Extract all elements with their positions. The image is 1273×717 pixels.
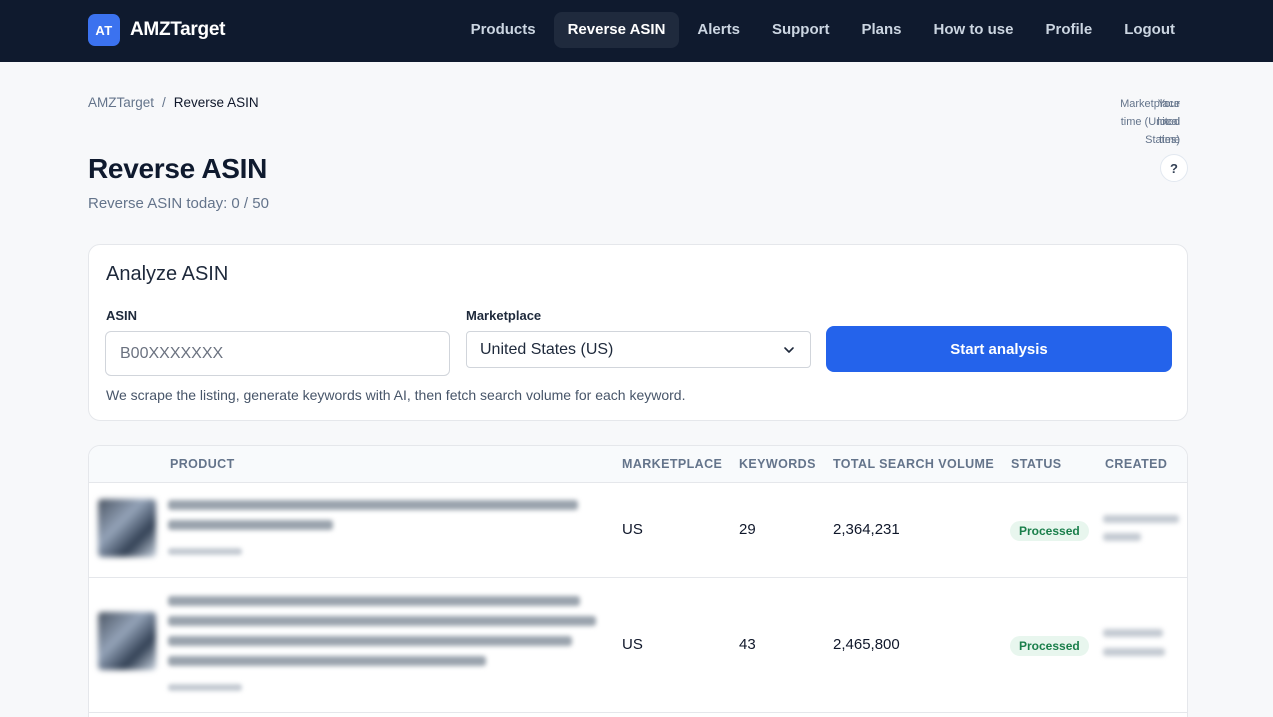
product-title-line: [168, 636, 572, 646]
product-asin: [168, 684, 242, 691]
breadcrumb-separator: /: [162, 95, 166, 110]
nav-how-to-use[interactable]: How to use: [919, 12, 1027, 48]
status-badge: Processed: [1010, 636, 1089, 656]
asin-label: ASIN: [106, 308, 138, 323]
breadcrumb-current: Reverse ASIN: [173, 95, 259, 110]
results-table: PRODUCT MARKETPLACE KEYWORDS TOTAL SEARC…: [88, 445, 1188, 717]
main-nav: Products Reverse ASIN Alerts Support Pla…: [457, 12, 1189, 48]
chevron-down-icon: [784, 347, 794, 353]
analyze-card: Analyze ASIN ASIN Marketplace United Sta…: [88, 244, 1188, 421]
breadcrumb: AMZTarget / Reverse ASIN: [88, 95, 259, 110]
th-created[interactable]: CREATED: [1105, 457, 1167, 471]
marketplace-selected: United States (US): [480, 340, 614, 358]
brand-name[interactable]: AMZTarget: [130, 19, 225, 41]
nav-alerts[interactable]: Alerts: [683, 12, 754, 48]
cell-total-search-volume: 2,465,800: [833, 636, 900, 653]
logo-icon[interactable]: AT: [88, 14, 120, 46]
created-date: [1103, 515, 1179, 523]
table-row[interactable]: US 29 2,364,231 Processed: [89, 483, 1187, 578]
asin-input[interactable]: [105, 331, 450, 376]
nav-support[interactable]: Support: [758, 12, 844, 48]
product-title-line: [168, 520, 333, 530]
th-marketplace[interactable]: MARKETPLACE: [622, 457, 722, 471]
start-analysis-button[interactable]: Start analysis: [826, 326, 1172, 372]
table-header: PRODUCT MARKETPLACE KEYWORDS TOTAL SEARC…: [89, 446, 1187, 483]
cell-marketplace: US: [622, 636, 643, 653]
product-title-line: [168, 596, 580, 606]
marketplace-label: Marketplace: [466, 308, 542, 323]
nav-reverse-asin[interactable]: Reverse ASIN: [553, 12, 680, 48]
nav-profile[interactable]: Profile: [1032, 12, 1107, 48]
th-status[interactable]: STATUS: [1011, 457, 1062, 471]
product-title-line: [168, 656, 486, 666]
page-title: Reverse ASIN: [88, 153, 268, 184]
th-keywords[interactable]: KEYWORDS: [739, 457, 816, 471]
top-navbar: AT AMZTarget Products Reverse ASIN Alert…: [0, 0, 1273, 62]
status-badge: Processed: [1010, 521, 1089, 541]
product-asin: [168, 548, 242, 555]
cell-total-search-volume: 2,364,231: [833, 521, 900, 538]
table-row[interactable]: US 43 2,465,800 Processed: [89, 578, 1187, 713]
local-time-label: Your local time: [1157, 98, 1181, 146]
product-thumbnail[interactable]: [98, 612, 156, 670]
help-button[interactable]: ?: [1160, 154, 1188, 182]
marketplace-select[interactable]: United States (US): [466, 331, 811, 368]
created-date: [1103, 629, 1163, 637]
th-product[interactable]: PRODUCT: [170, 457, 235, 471]
nav-logout[interactable]: Logout: [1110, 12, 1189, 48]
cell-keywords: 43: [739, 636, 756, 653]
cell-marketplace: US: [622, 521, 643, 538]
product-title-line: [168, 500, 578, 510]
product-thumbnail[interactable]: [98, 499, 156, 557]
created-time: [1103, 648, 1165, 656]
analyze-title: Analyze ASIN: [106, 263, 229, 285]
nav-plans[interactable]: Plans: [847, 12, 915, 48]
th-total-search-volume[interactable]: TOTAL SEARCH VOLUME: [833, 457, 994, 471]
product-title-line: [168, 616, 596, 626]
usage-counter: Reverse ASIN today: 0 / 50: [88, 195, 269, 212]
created-time: [1103, 533, 1141, 541]
analyze-note: We scrape the listing, generate keywords…: [106, 387, 686, 403]
breadcrumb-root[interactable]: AMZTarget: [88, 95, 154, 110]
cell-keywords: 29: [739, 521, 756, 538]
nav-products[interactable]: Products: [457, 12, 550, 48]
